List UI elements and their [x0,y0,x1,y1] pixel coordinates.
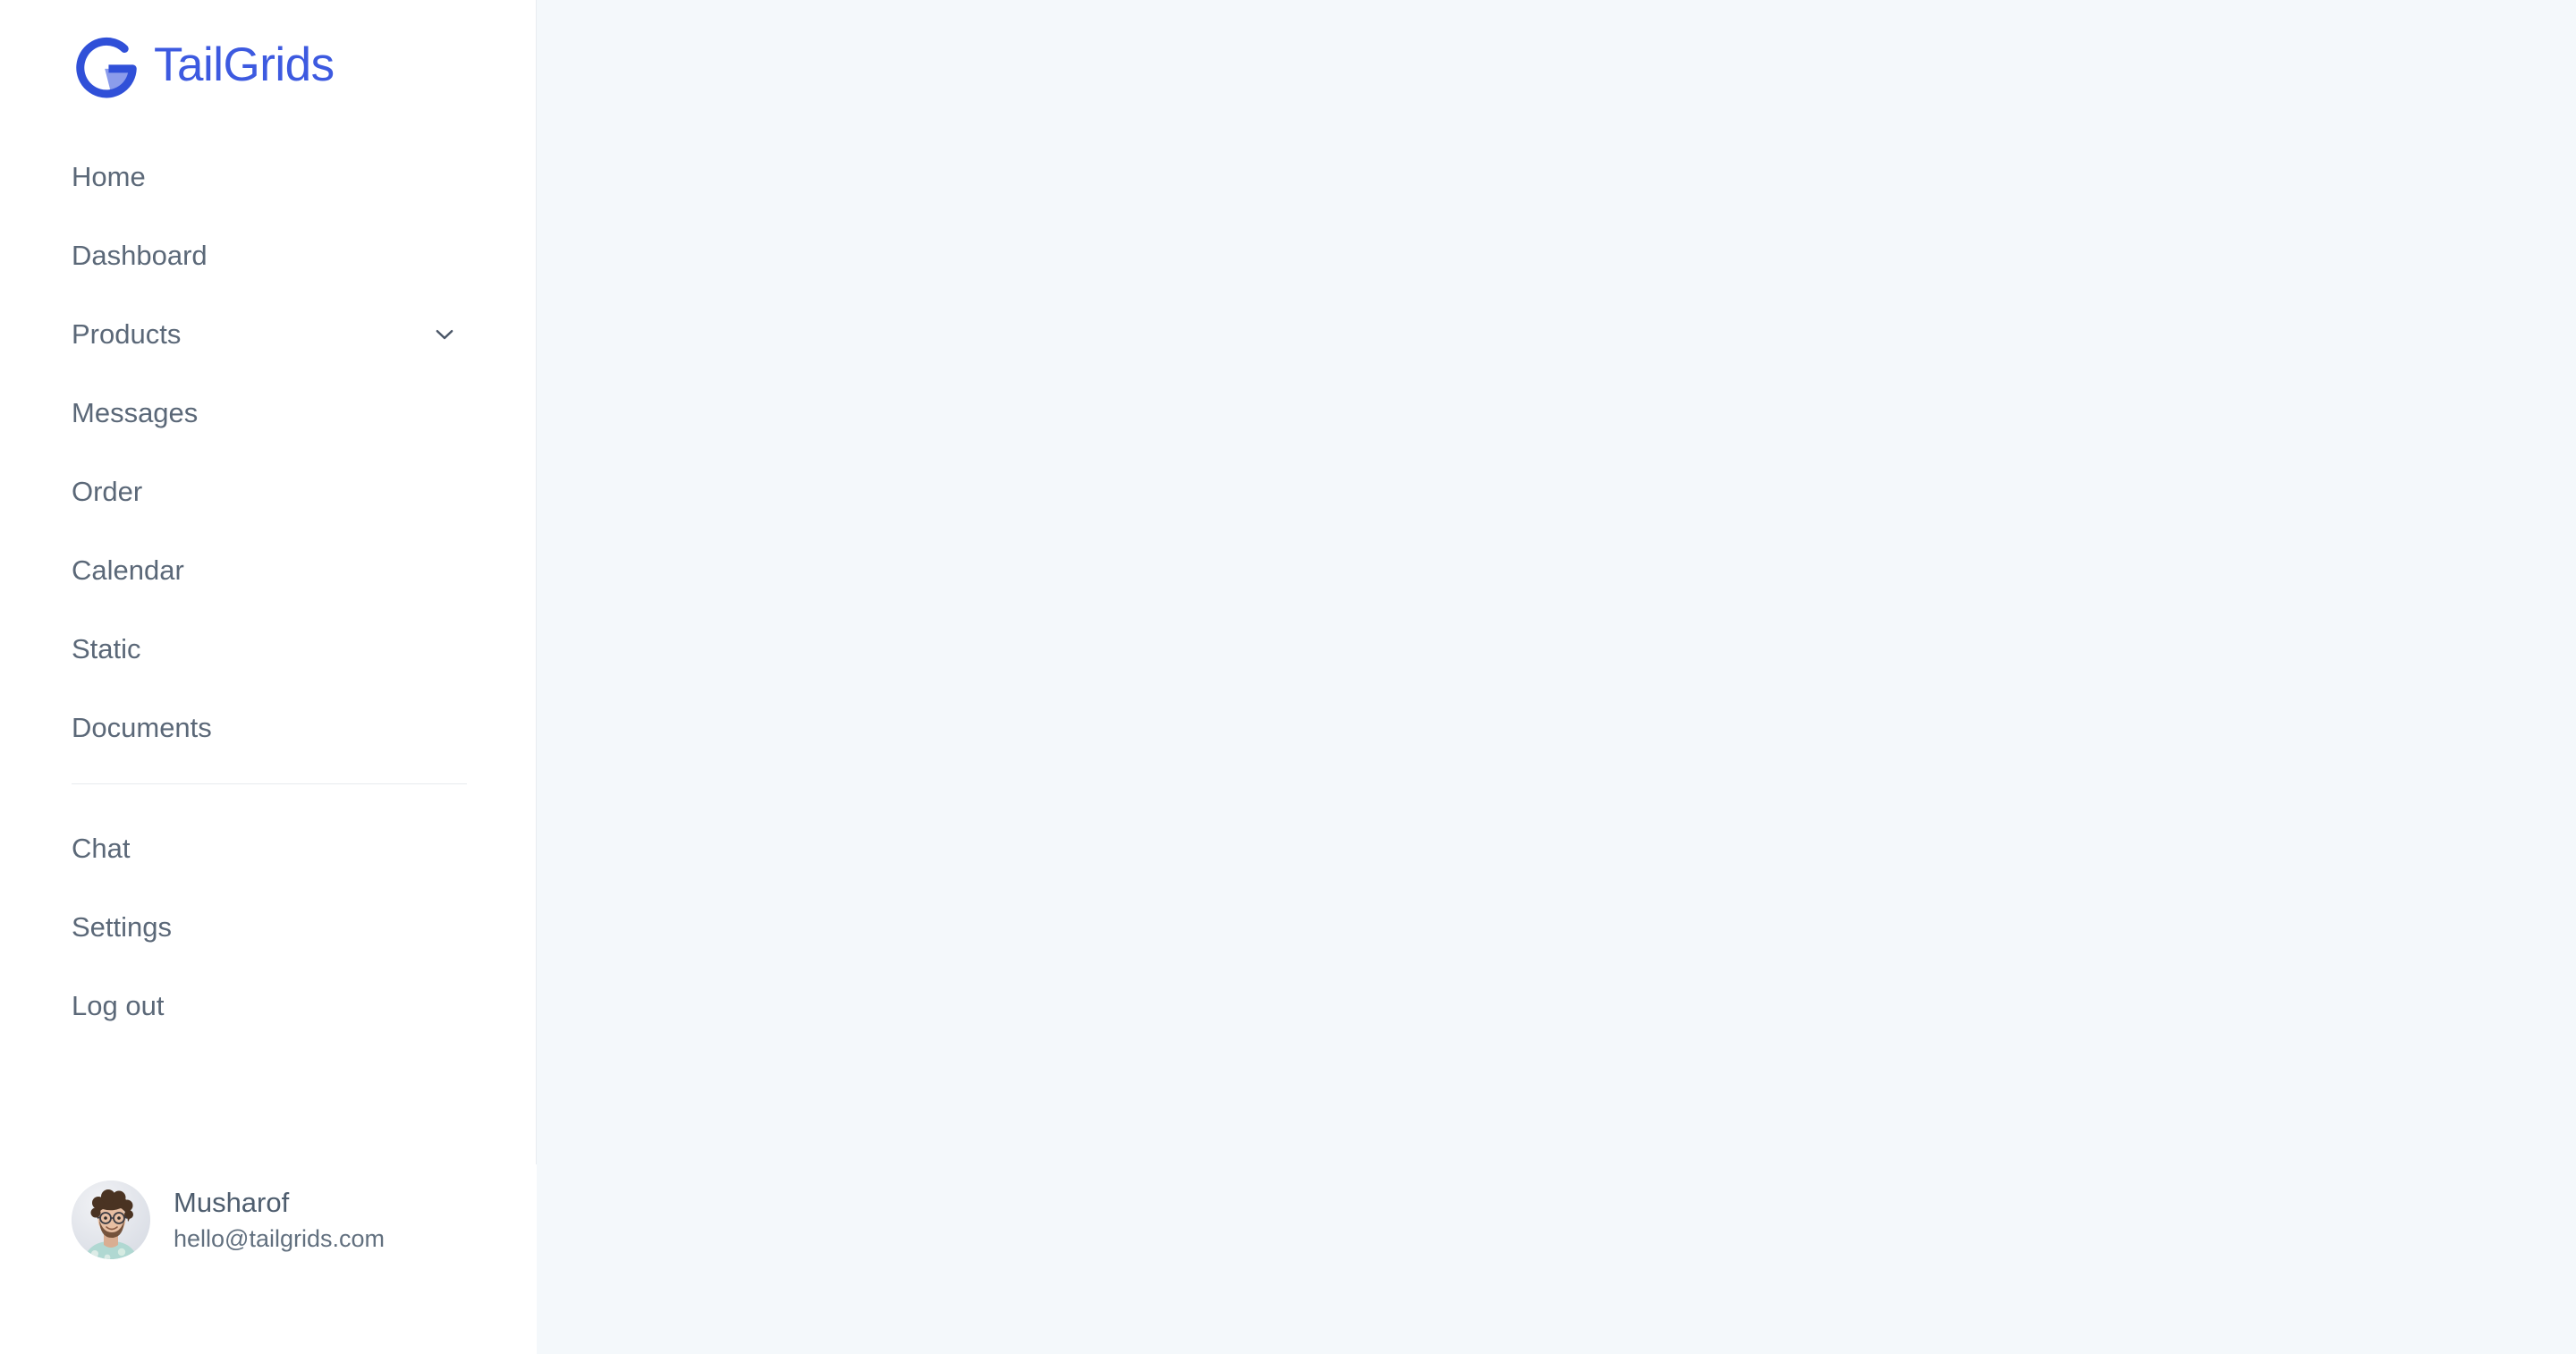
sidebar-item-static[interactable]: Static [0,631,537,667]
sidebar-item-products[interactable]: Products [0,317,537,352]
brand-logo[interactable]: TailGrids [0,0,537,98]
sidebar-item-label: Static [72,633,141,664]
sidebar-item-chat[interactable]: Chat [0,831,537,867]
sidebar-item-order[interactable]: Order [0,474,537,510]
sidebar-item-label: Dashboard [72,240,208,271]
sidebar-item-label: Log out [72,990,165,1021]
sidebar-item-label: Products [72,318,182,350]
sidebar-nav-primary: Home Dashboard Products Messages Order C… [0,159,537,746]
app-shell: TailGrids Home Dashboard Products Messag… [0,0,2576,1354]
profile-name: Musharof [174,1187,290,1218]
sidebar-item-messages[interactable]: Messages [0,395,537,431]
chevron-down-icon[interactable] [431,321,458,348]
sidebar-item-label: Documents [72,712,212,743]
sidebar-nav-secondary: Chat Settings Log out [0,831,537,1024]
avatar [72,1181,150,1259]
sidebar-divider-wrap [0,783,537,784]
sidebar-item-dashboard[interactable]: Dashboard [0,238,537,274]
main-content-area [537,0,2576,1354]
sidebar-item-label: Messages [72,397,199,428]
sidebar-user-profile[interactable]: Musharof hello@tailgrids.com [0,1181,537,1259]
sidebar-item-calendar[interactable]: Calendar [0,553,537,588]
sidebar-item-documents[interactable]: Documents [0,710,537,746]
sidebar-item-label: Order [72,476,143,507]
sidebar-item-settings[interactable]: Settings [0,910,537,945]
profile-text: Musharof hello@tailgrids.com [174,1184,385,1256]
sidebar-item-label: Home [72,161,146,192]
sidebar-item-logout[interactable]: Log out [0,988,537,1024]
sidebar-item-label: Settings [72,911,173,943]
profile-email: hello@tailgrids.com [174,1225,385,1252]
sidebar: TailGrids Home Dashboard Products Messag… [0,0,537,1354]
sidebar-item-label: Chat [72,833,131,864]
tailgrids-g-logo-icon [72,27,141,102]
sidebar-divider [72,783,467,784]
sidebar-item-home[interactable]: Home [0,159,537,195]
sidebar-right-border [536,0,537,1164]
brand-wordmark: TailGrids [154,38,335,91]
sidebar-item-label: Calendar [72,554,184,586]
